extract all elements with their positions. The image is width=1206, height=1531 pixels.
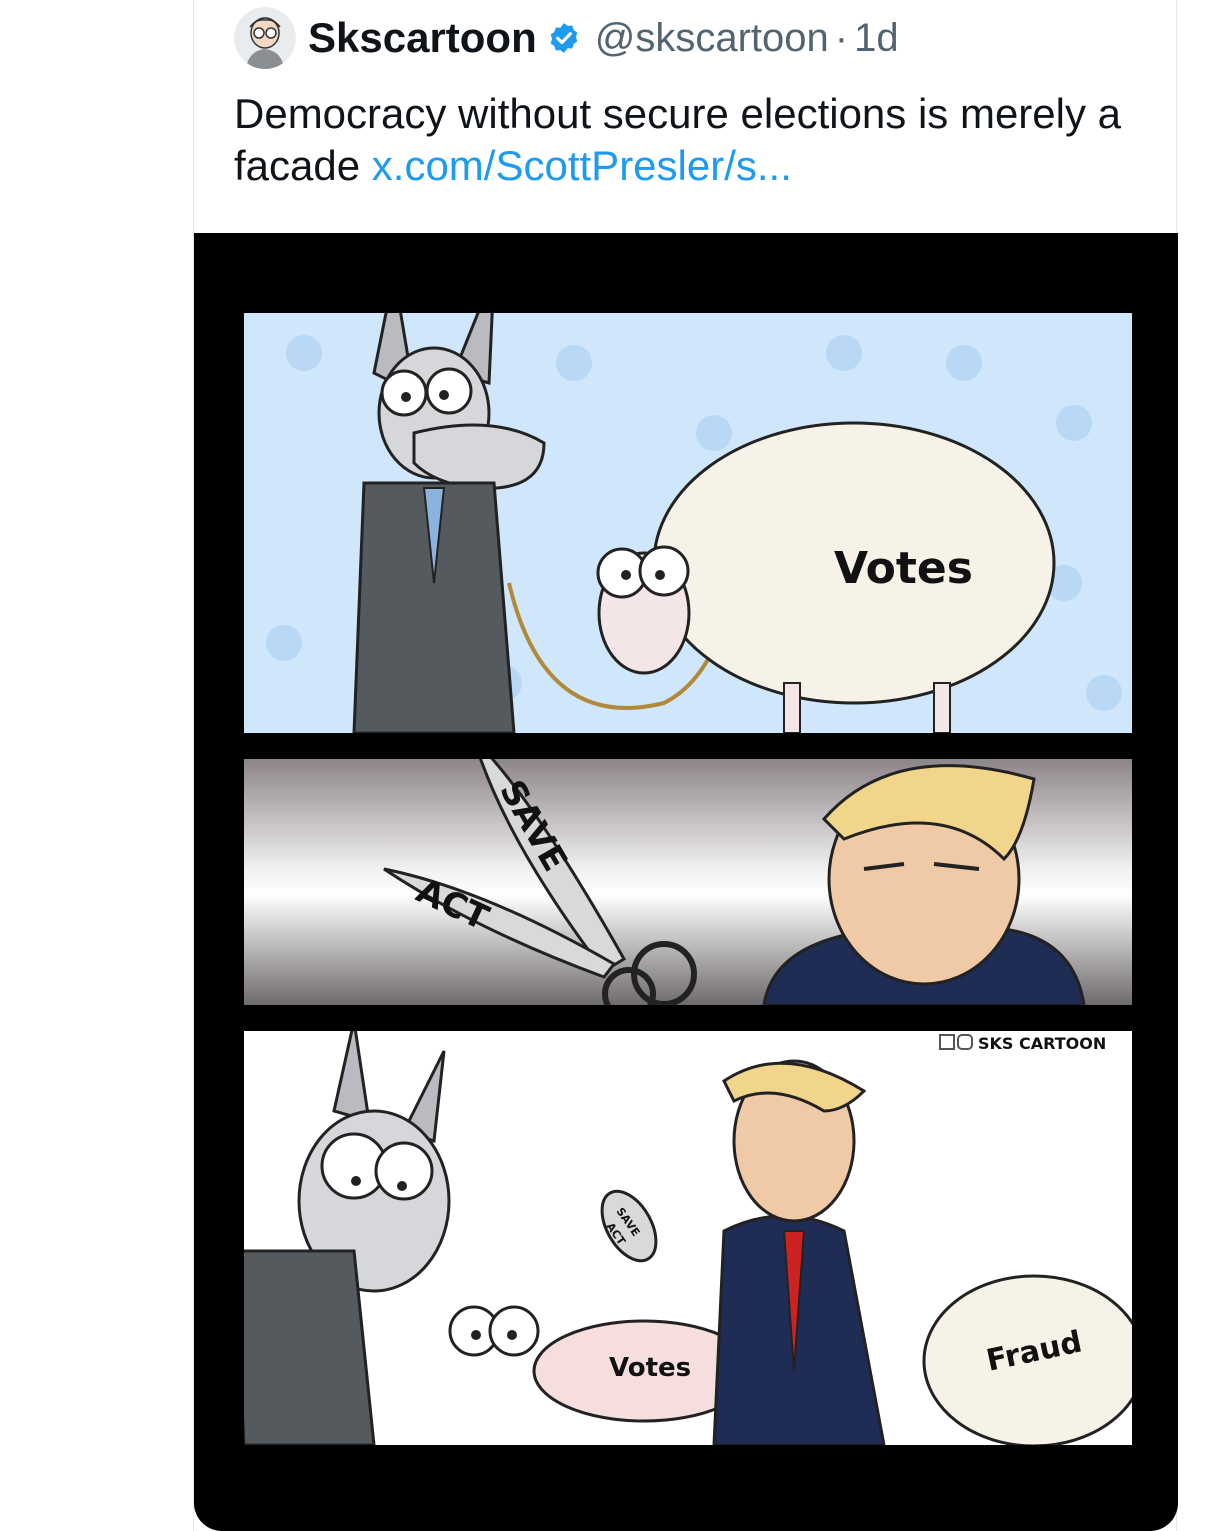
instagram-icon (957, 1034, 973, 1050)
tweet-link[interactable]: x.com/ScottPresler/s... (372, 142, 792, 189)
cartoon-panel-3: SKS CARTOON Votes SAVE ACT Fraud (244, 1031, 1132, 1445)
tweet-text: Democracy without secure elections is me… (234, 88, 1134, 192)
x-logo-icon (939, 1034, 955, 1050)
panel3-sheep-label: Votes (609, 1353, 691, 1383)
author-name[interactable]: Skscartoon (308, 14, 537, 62)
tweet-card[interactable]: Skscartoon @skscartoon · 1d Democracy wi… (193, 0, 1178, 1531)
timestamp[interactable]: 1d (854, 16, 899, 61)
tweet-header: Skscartoon @skscartoon · 1d (234, 7, 899, 69)
watermark: SKS CARTOON (939, 1034, 1106, 1053)
separator-dot: · (834, 15, 849, 60)
tweet-media-image[interactable]: Votes SAVE ACT SKS CARTOON Votes SAVE AC… (194, 233, 1178, 1531)
cartoon-panel-1: Votes (244, 313, 1132, 733)
panel1-sheep-label: Votes (834, 543, 973, 594)
cartoon-panel-2: SAVE ACT (244, 759, 1132, 1005)
author-handle[interactable]: @skscartoon (595, 16, 829, 61)
verified-badge-icon (550, 23, 578, 53)
avatar[interactable] (234, 7, 296, 69)
watermark-text: SKS CARTOON (978, 1034, 1106, 1053)
